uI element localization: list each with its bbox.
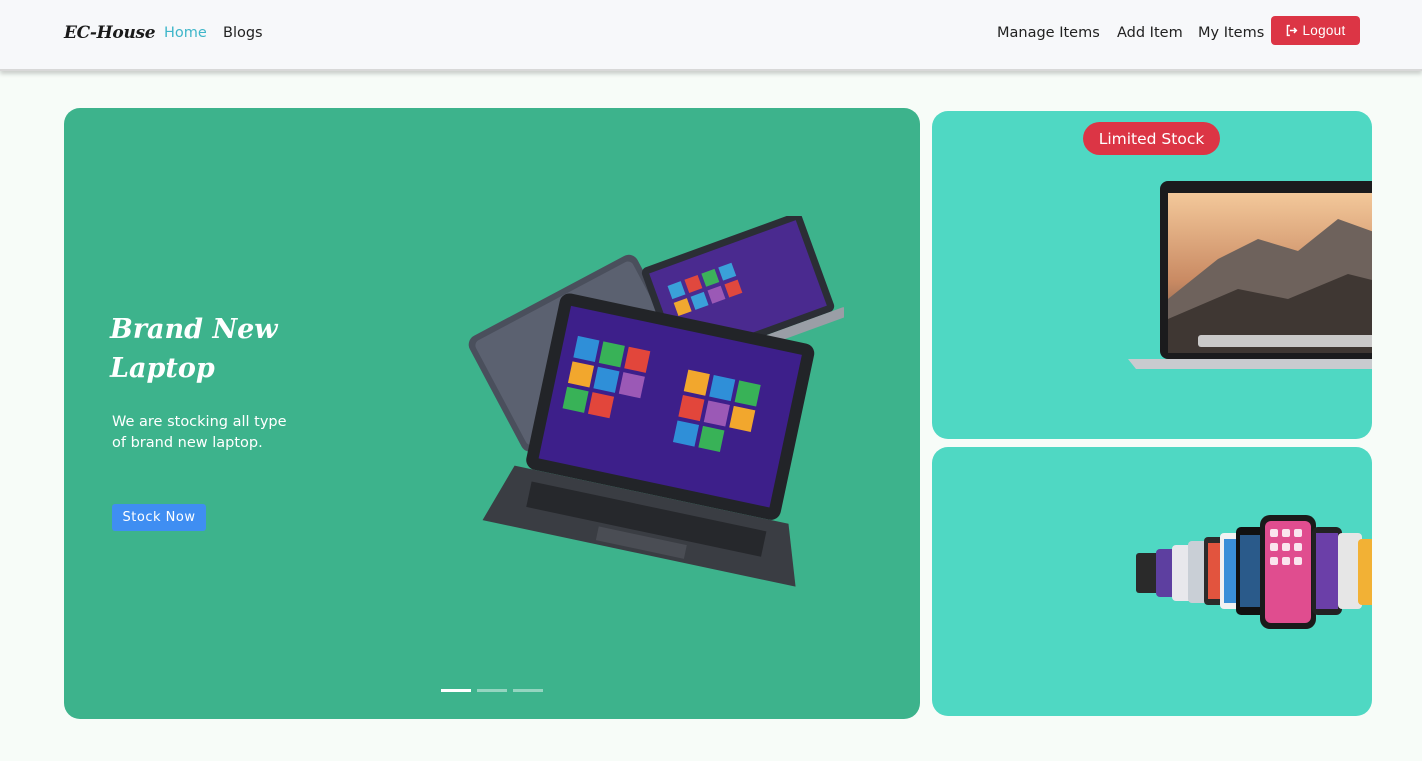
carousel-indicators (441, 689, 543, 692)
hero-description: We are stocking all type of brand new la… (112, 414, 287, 451)
promo-card-smartphones[interactable] (932, 447, 1372, 716)
nav-link-home[interactable]: Home (164, 25, 207, 41)
nav-link-manage-items[interactable]: Manage Items (997, 25, 1100, 41)
laptop-image (468, 216, 844, 587)
carousel-indicator-2[interactable] (477, 689, 507, 692)
carousel-indicator-1[interactable] (441, 689, 471, 692)
hero-carousel[interactable]: Brand New Laptop We are stocking all typ… (64, 108, 920, 719)
hero-title: Brand New Laptop (110, 314, 278, 384)
navbar: EC-House Home Blogs Manage Items Add Ite… (0, 0, 1422, 71)
brand-logo[interactable]: EC-House (64, 23, 156, 43)
nav-link-blogs[interactable]: Blogs (223, 25, 263, 41)
logout-button[interactable]: Logout (1271, 16, 1360, 45)
smartphones-image (1136, 515, 1372, 629)
carousel-indicator-3[interactable] (513, 689, 543, 692)
logout-label: Logout (1302, 23, 1346, 38)
nav-link-add-item[interactable]: Add Item (1117, 25, 1183, 41)
nav-link-my-items[interactable]: My Items (1198, 25, 1264, 41)
macbook-image (1128, 181, 1372, 369)
stock-now-button[interactable]: Stock Now (112, 504, 206, 531)
logout-icon (1287, 24, 1298, 37)
promo-card-macbook[interactable]: Limited Stock (932, 111, 1372, 439)
limited-stock-badge: Limited Stock (1083, 122, 1220, 155)
